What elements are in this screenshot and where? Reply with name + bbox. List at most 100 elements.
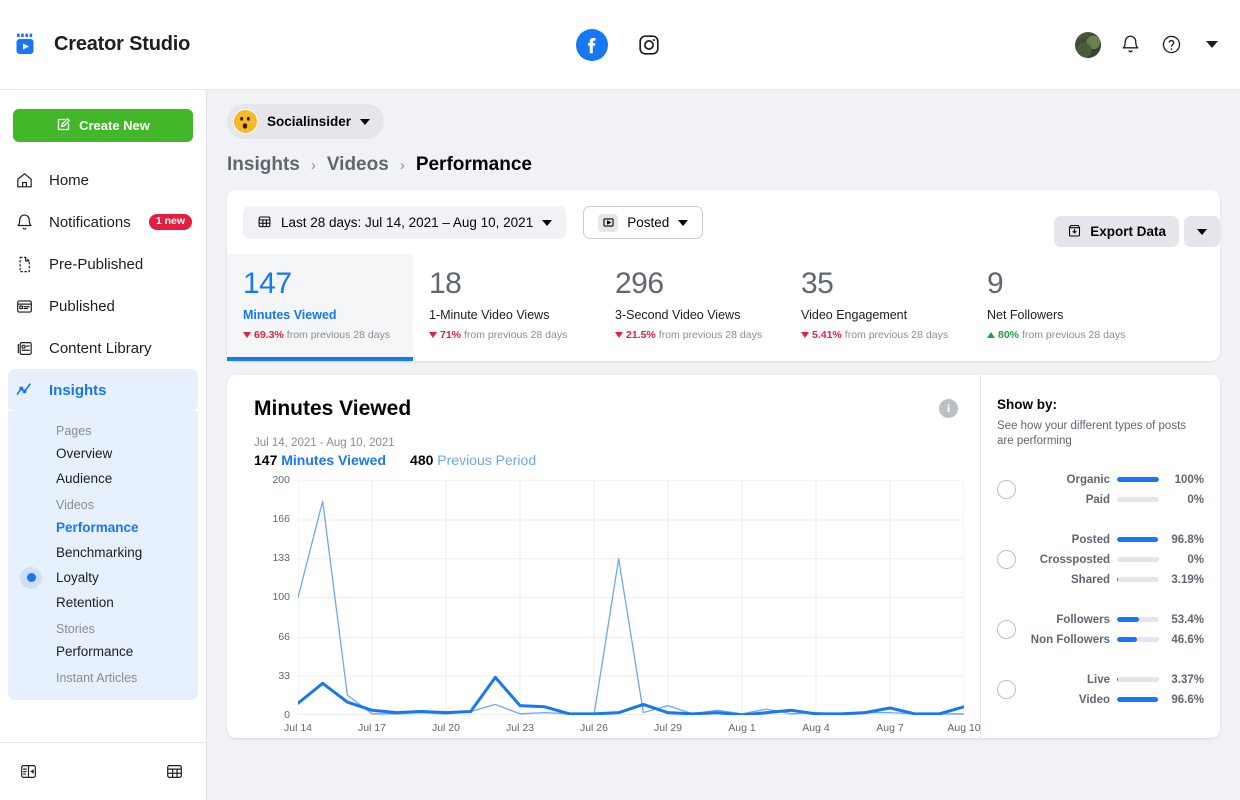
metric-delta-suffix: from previous 28 days: [658, 328, 763, 341]
show-by-row-percent: 46.6%: [1171, 633, 1204, 646]
subnav-item-overview[interactable]: Overview: [8, 441, 198, 466]
subnav-group-pages: Pages: [56, 424, 92, 438]
metrics-row: 147 Minutes Viewed 69.3% from previous 2…: [227, 254, 1220, 361]
date-range-filter[interactable]: Last 28 days: Jul 14, 2021 – Aug 10, 202…: [243, 206, 567, 239]
page-chip-name: Socialinsider: [267, 114, 352, 129]
radio-organic-paid[interactable]: [997, 480, 1016, 500]
export-options-button[interactable]: [1184, 216, 1220, 247]
x-axis-tick: Aug 10: [947, 721, 981, 734]
subnav-item-audience[interactable]: Audience: [8, 466, 198, 491]
subnav-item-performance-stories[interactable]: Performance: [8, 639, 198, 664]
show-by-row-bar: [1117, 577, 1159, 583]
metric-value: 35: [801, 267, 834, 300]
metric-card-minutes-viewed[interactable]: 147 Minutes Viewed 69.3% from previous 2…: [227, 254, 413, 361]
main-content: Socialinsider Insights › Videos › Perfor…: [207, 90, 1240, 800]
page-selector-chip[interactable]: Socialinsider: [227, 104, 385, 139]
export-data-button[interactable]: Export Data: [1054, 216, 1179, 247]
sidebar-item-home[interactable]: Home: [0, 159, 206, 201]
info-icon[interactable]: i: [939, 398, 958, 418]
chevron-down-icon[interactable]: [1200, 33, 1224, 57]
sidebar-item-content-library[interactable]: Content Library: [0, 327, 206, 369]
y-axis-tick: 200: [272, 473, 290, 486]
show-by-row-percent: 3.37%: [1171, 673, 1204, 686]
show-by-row-label: Organic: [1066, 473, 1110, 486]
chevron-down-icon: [1197, 228, 1207, 235]
sidebar-item-insights[interactable]: Insights: [8, 369, 198, 411]
video-play-icon: [598, 213, 619, 232]
x-axis-tick: Jul 23: [505, 721, 535, 734]
metric-value: 296: [615, 267, 664, 300]
sidebar-item-label: Home: [49, 171, 90, 189]
metric-delta-value: 21.5%: [626, 328, 656, 341]
show-by-description: See how your different types of posts ar…: [997, 419, 1187, 448]
show-by-row: Non Followers 46.6%: [1026, 630, 1204, 650]
show-by-row-bar: [1117, 697, 1159, 703]
y-axis-labels: 0 33 66 100 133 166 200: [254, 474, 290, 721]
show-by-row-bar: [1117, 637, 1159, 643]
sidebar-item-pre-published[interactable]: Pre-Published: [0, 243, 206, 285]
radio-live-video[interactable]: [997, 680, 1016, 700]
breadcrumb-separator: ›: [399, 156, 405, 174]
sidebar-nav: Home Notifications 1 new Pre-Published P…: [0, 152, 206, 700]
subnav-item-loyalty[interactable]: Loyalty: [8, 565, 198, 590]
published-card-icon: [14, 296, 35, 317]
instagram-icon[interactable]: [634, 30, 664, 60]
insights-chart-icon: [14, 380, 35, 401]
show-by-row-bar-fill: [1117, 577, 1119, 583]
show-by-row: Organic 100%: [1026, 470, 1204, 490]
radio-followers[interactable]: [997, 620, 1016, 640]
legend-label: Minutes Viewed: [281, 451, 387, 468]
show-by-group: Live 3.37% Video 96.6%: [997, 670, 1204, 710]
facebook-icon[interactable]: [576, 28, 608, 61]
x-axis-tick: Jul 17: [357, 721, 386, 734]
show-by-row-bar-fill: [1117, 637, 1137, 643]
metric-card-3-second-video-views[interactable]: 296 3-Second Video Views 21.5% from prev…: [599, 254, 785, 361]
show-by-group: Posted 96.8% Crossposted 0% Shared 3.19%: [997, 530, 1204, 590]
metric-delta-value: 71%: [440, 328, 462, 341]
metric-card-1-minute-video-views[interactable]: 18 1-Minute Video Views 71% from previou…: [413, 254, 599, 361]
subnav-group-videos: Videos: [56, 498, 94, 512]
brand[interactable]: Creator Studio: [0, 32, 190, 58]
y-axis-tick: 166: [272, 513, 290, 526]
user-avatar[interactable]: [1075, 31, 1101, 58]
calendar-icon: [257, 214, 272, 232]
breadcrumb-videos[interactable]: Videos: [327, 154, 389, 176]
collapse-panel-icon[interactable]: [16, 760, 40, 784]
subnav-item-benchmarking[interactable]: Benchmarking: [8, 540, 198, 565]
chart-series-line: [298, 677, 964, 715]
sidebar-item-label: Insights: [49, 381, 107, 399]
show-by-row-percent: 0%: [1187, 493, 1204, 506]
subnav-item-performance-videos[interactable]: Performance: [8, 515, 198, 540]
show-by-row: Video 96.6%: [1026, 690, 1204, 710]
create-new-button[interactable]: Create New: [13, 109, 193, 142]
radio-posted-crossposted-shared[interactable]: [997, 550, 1016, 570]
help-icon[interactable]: [1159, 33, 1183, 57]
metric-delta-suffix: from previous 28 days: [844, 328, 949, 341]
y-axis-tick: 133: [272, 552, 290, 565]
metric-card-video-engagement[interactable]: 35 Video Engagement 5.41% from previous …: [785, 254, 971, 361]
metric-card-net-followers[interactable]: 9 Net Followers 80% from previous 28 day…: [971, 254, 1157, 361]
grid-table-icon[interactable]: [162, 760, 186, 784]
export-controls: Export Data: [1054, 216, 1220, 247]
chart-title: Minutes Viewed: [254, 396, 412, 420]
subnav-item-retention[interactable]: Retention: [8, 590, 198, 615]
show-by-groups: Organic 100% Paid 0% Posted 96.8% Crossposted 0…: [997, 470, 1204, 710]
sidebar-item-notifications[interactable]: Notifications 1 new: [0, 201, 206, 243]
trend-down-icon: [615, 331, 623, 338]
post-type-filter[interactable]: Posted: [583, 206, 704, 239]
show-by-rows: Posted 96.8% Crossposted 0% Shared 3.19%: [1026, 530, 1204, 590]
trend-down-icon: [801, 331, 809, 338]
chevron-down-icon: [678, 219, 689, 226]
create-new-label: Create New: [79, 118, 150, 133]
page-avatar: [233, 109, 258, 134]
subnav-group-instant-articles: Instant Articles: [56, 671, 138, 685]
breadcrumb-insights[interactable]: Insights: [227, 154, 300, 176]
y-axis-tick: 66: [278, 630, 290, 643]
creator-studio-logo-icon: [14, 32, 40, 58]
show-by-row-label: Live: [1086, 673, 1110, 686]
bell-icon[interactable]: [1118, 33, 1142, 57]
metric-delta: 5.41% from previous 28 days: [801, 329, 959, 341]
main-inner: Socialinsider Insights › Videos › Perfor…: [207, 90, 1240, 738]
show-by-row-bar: [1117, 557, 1159, 563]
sidebar-item-published[interactable]: Published: [0, 285, 206, 327]
